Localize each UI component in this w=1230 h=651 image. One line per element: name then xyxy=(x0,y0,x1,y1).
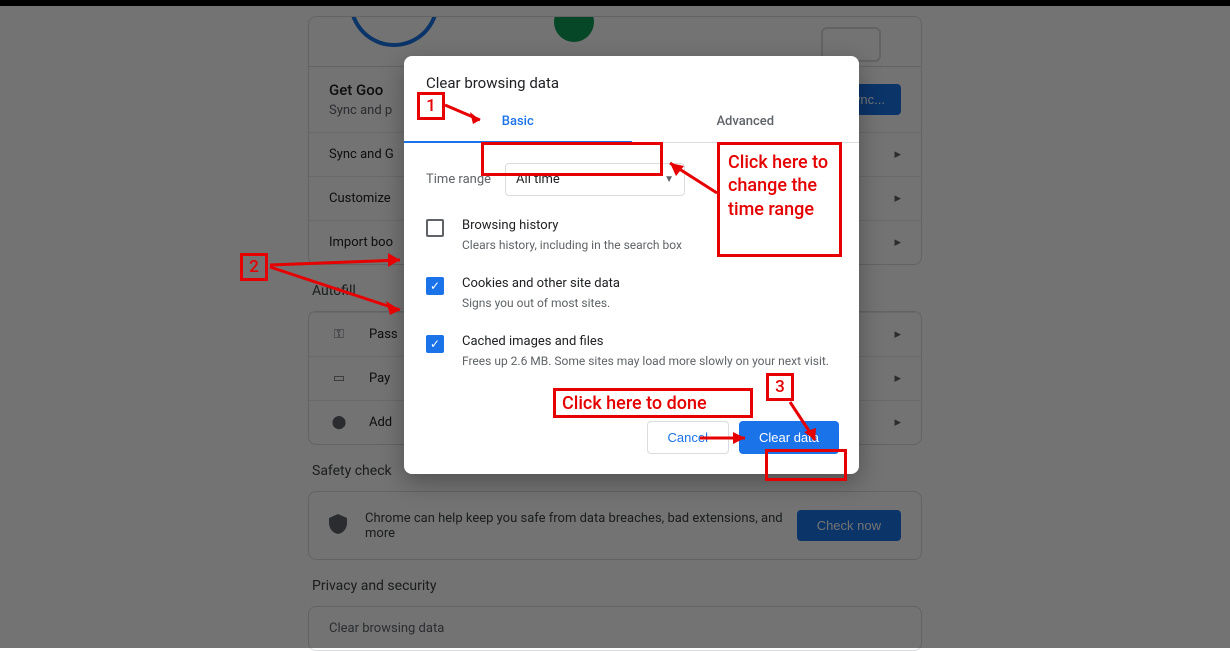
option-cache: ✓ Cached images and files Frees up 2.6 M… xyxy=(426,334,837,370)
checkbox-cache[interactable]: ✓ xyxy=(426,335,444,353)
annotation-arrow-2a xyxy=(270,225,420,315)
annotation-hint-time-range: Click here to change the time range xyxy=(717,142,842,257)
option-desc: Signs you out of most sites. xyxy=(462,295,620,312)
tab-advanced[interactable]: Advanced xyxy=(632,102,860,142)
option-title: Browsing history xyxy=(462,218,682,233)
annotation-hint-done: Click here to done xyxy=(553,388,753,418)
annotation-arrow-done xyxy=(700,430,760,450)
option-cookies: ✓ Cookies and other site data Signs you … xyxy=(426,276,837,312)
dialog-title: Clear browsing data xyxy=(426,74,837,92)
annotation-box-clear-data xyxy=(765,449,847,481)
option-desc: Clears history, including in the search … xyxy=(462,237,682,254)
checkbox-cookies[interactable]: ✓ xyxy=(426,277,444,295)
checkbox-browsing-history[interactable] xyxy=(426,219,444,237)
annotation-step-2: 2 xyxy=(240,253,268,281)
option-title: Cookies and other site data xyxy=(462,276,620,291)
annotation-arrow-1 xyxy=(445,100,495,130)
option-title: Cached images and files xyxy=(462,334,829,349)
annotation-step-3: 3 xyxy=(766,373,794,401)
annotation-arrow-3 xyxy=(790,402,830,452)
annotation-step-1: 1 xyxy=(417,92,445,120)
option-desc: Frees up 2.6 MB. Some sites may load mor… xyxy=(462,353,829,370)
annotation-box-time-range xyxy=(481,142,663,176)
annotation-arrow-time-range xyxy=(660,158,720,198)
